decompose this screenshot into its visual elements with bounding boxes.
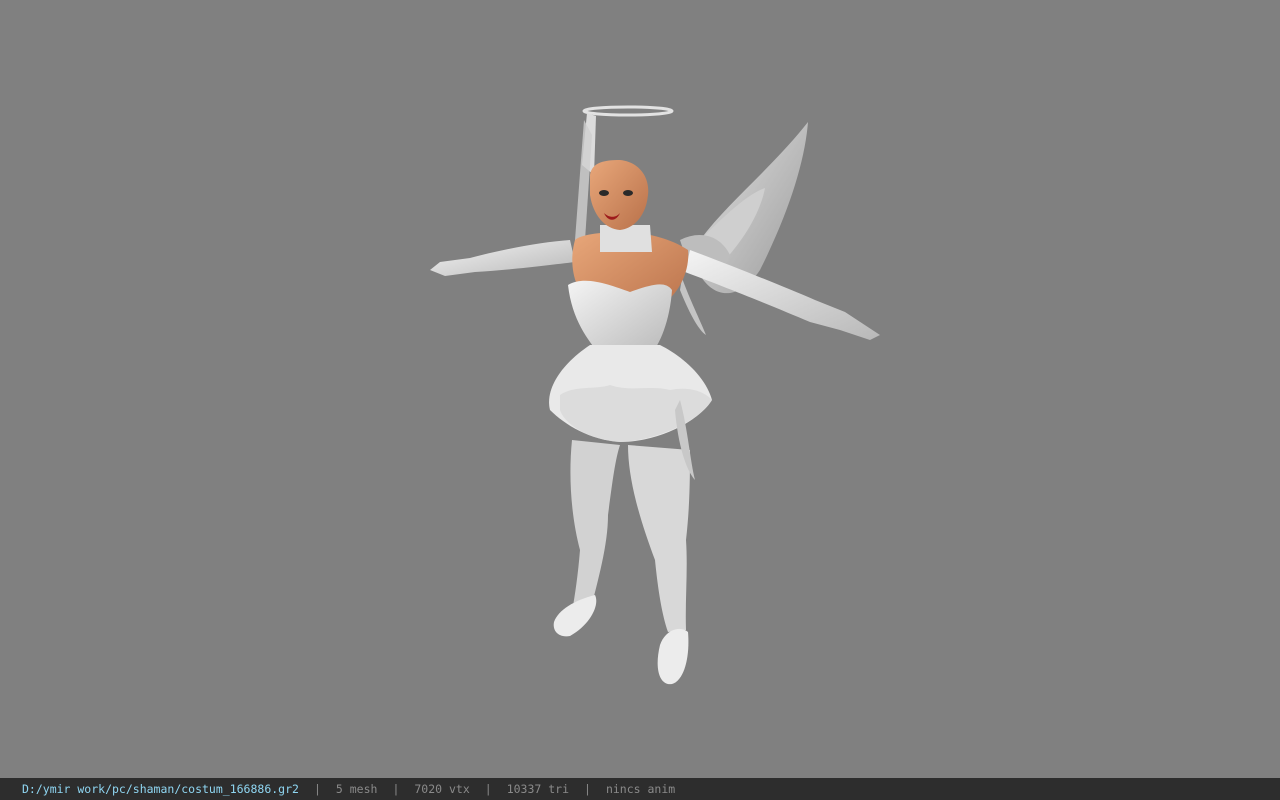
triangle-count: 10337 tri bbox=[506, 782, 570, 796]
status-separator: | bbox=[392, 782, 400, 796]
status-separator: | bbox=[484, 782, 492, 796]
vertex-count: 7020 vtx bbox=[414, 782, 470, 796]
status-separator: | bbox=[313, 782, 321, 796]
animation-status: nincs anim bbox=[605, 782, 676, 796]
3d-viewport[interactable] bbox=[0, 0, 1280, 778]
status-bar: D:/ymir work/pc/shaman/costum_166886.gr2… bbox=[0, 778, 1280, 800]
torso bbox=[568, 225, 689, 355]
character-model[interactable] bbox=[0, 0, 1280, 778]
head bbox=[590, 160, 649, 230]
file-path: D:/ymir work/pc/shaman/costum_166886.gr2 bbox=[22, 782, 299, 796]
mesh-count: 5 mesh bbox=[335, 782, 378, 796]
status-separator: | bbox=[584, 782, 591, 796]
legs bbox=[553, 440, 690, 685]
